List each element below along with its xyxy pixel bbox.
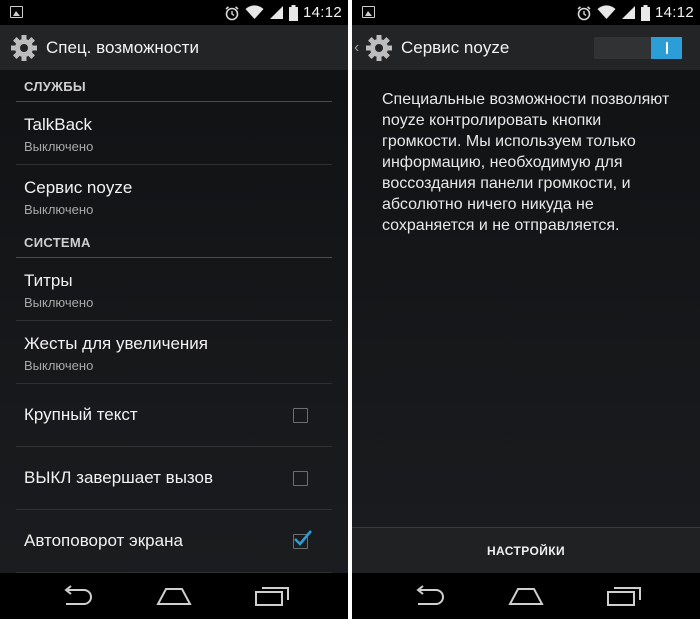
item-title: TalkBack: [24, 115, 93, 134]
noyze-service-screen: 14:12 ‹ Сервис noyze Специальные возможн: [352, 0, 700, 619]
status-bar: 14:12: [0, 0, 348, 25]
back-nav-icon[interactable]: [60, 585, 94, 607]
accessibility-screen: 14:12 Спец. возможности СЛУЖБЫ TalkBack …: [0, 0, 348, 619]
list-item-talkback[interactable]: TalkBack Выключено: [16, 102, 332, 165]
gear-icon[interactable]: [9, 33, 39, 63]
list-item-power-ends-call[interactable]: ВЫКЛ завершает вызов: [16, 447, 332, 510]
signal-icon: [269, 6, 283, 19]
wifi-icon: [245, 5, 264, 20]
action-bar: Спец. возможности: [0, 25, 348, 70]
list-item-magnification-gestures[interactable]: Жесты для увеличения Выключено: [16, 321, 332, 384]
list-item-noyze-service[interactable]: Сервис noyze Выключено: [16, 165, 332, 228]
settings-list: СЛУЖБЫ TalkBack Выключено Сервис noyze В…: [0, 70, 348, 573]
status-icons: 14:12: [576, 3, 694, 22]
image-notification-icon: [10, 6, 23, 18]
service-description: Специальные возможности позволяют noyze …: [382, 91, 670, 234]
back-nav-icon[interactable]: [412, 585, 446, 607]
toggle-knob: [651, 37, 682, 59]
up-caret-icon[interactable]: ‹: [354, 39, 362, 57]
item-title: Автоповорот экрана: [24, 531, 183, 550]
item-subtitle: Выключено: [24, 139, 94, 154]
item-title: ВЫКЛ завершает вызов: [24, 468, 214, 487]
status-time: 14:12: [654, 4, 694, 21]
image-notification-icon: [362, 6, 375, 18]
page-title: Сервис noyze: [401, 37, 510, 57]
navigation-bar: [352, 573, 700, 619]
section-header-system: СИСТЕМА: [16, 228, 332, 258]
item-subtitle: Выключено: [24, 295, 94, 310]
home-nav-icon[interactable]: [508, 585, 544, 607]
item-title: Титры: [24, 271, 73, 290]
navigation-bar: [0, 573, 348, 619]
recents-nav-icon[interactable]: [254, 585, 290, 607]
power-ends-call-checkbox[interactable]: [293, 471, 308, 486]
gear-icon[interactable]: [364, 33, 394, 63]
item-subtitle: Выключено: [24, 358, 94, 373]
list-item-captions[interactable]: Титры Выключено: [16, 258, 332, 321]
battery-icon: [288, 4, 298, 21]
page-title: Спец. возможности: [46, 37, 199, 57]
status-bar: 14:12: [352, 0, 700, 25]
status-time: 14:12: [302, 4, 342, 21]
battery-icon: [640, 4, 650, 21]
home-nav-icon[interactable]: [156, 585, 192, 607]
service-toggle[interactable]: [594, 37, 682, 59]
checkmark-icon: [294, 530, 312, 546]
large-text-checkbox[interactable]: [293, 408, 308, 423]
list-item-auto-rotate[interactable]: Автоповорот экрана: [16, 510, 332, 573]
status-icons: 14:12: [224, 3, 342, 22]
settings-button[interactable]: НАСТРОЙКИ: [352, 527, 700, 573]
auto-rotate-checkbox[interactable]: [293, 530, 312, 549]
recents-nav-icon[interactable]: [606, 585, 642, 607]
item-title: Крупный текст: [24, 405, 138, 424]
alarm-icon: [577, 5, 591, 20]
list-item-large-text[interactable]: Крупный текст: [16, 384, 332, 447]
action-bar: ‹ Сервис noyze: [352, 25, 700, 70]
service-description-panel: Специальные возможности позволяют noyze …: [352, 70, 700, 573]
signal-icon: [621, 6, 635, 19]
item-title: Сервис noyze: [24, 178, 133, 197]
section-header-services: СЛУЖБЫ: [16, 72, 332, 102]
item-subtitle: Выключено: [24, 202, 94, 217]
wifi-icon: [597, 5, 616, 20]
item-title: Жесты для увеличения: [24, 334, 208, 353]
alarm-icon: [225, 5, 239, 20]
